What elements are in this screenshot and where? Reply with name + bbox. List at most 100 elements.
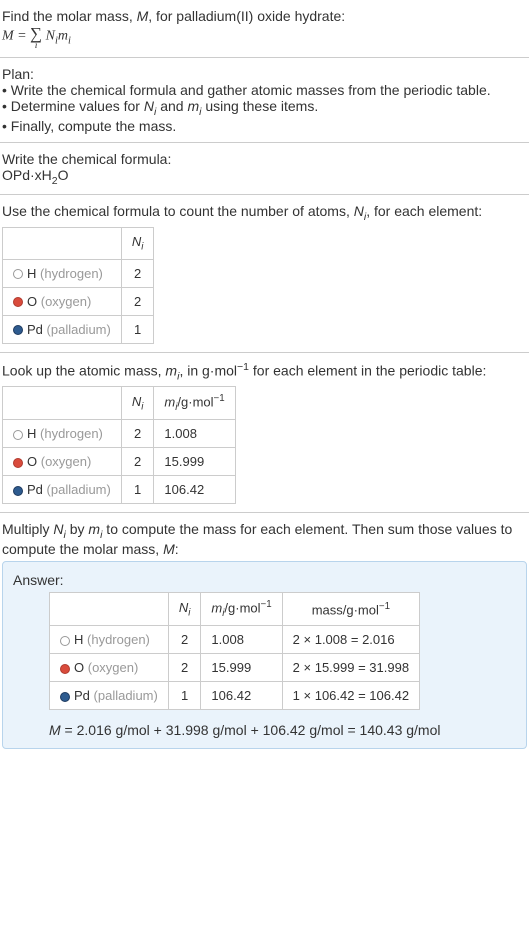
- cf-p1: OPd·xH: [2, 167, 52, 183]
- element-cell: H (hydrogen): [3, 420, 122, 448]
- element-cell: Pd (palladium): [50, 681, 169, 709]
- header-mi: mi/g·mol−1: [154, 387, 235, 420]
- element-circle-icon: [60, 664, 70, 674]
- intro-suffix: , for palladium(II) oxide hydrate:: [148, 8, 345, 24]
- element-circle-icon: [60, 692, 70, 702]
- mass-calc: 2 × 15.999 = 31.998: [282, 653, 419, 681]
- header-empty: [50, 593, 169, 626]
- mul-N: N: [53, 521, 63, 537]
- mass-value: 1.008: [154, 420, 235, 448]
- mul-m: m: [88, 521, 100, 537]
- count-value: 2: [121, 420, 154, 448]
- final-M: M: [49, 722, 61, 738]
- element-circle-icon: [60, 636, 70, 646]
- header-empty: [3, 228, 122, 260]
- eq-N: N: [46, 29, 55, 44]
- element-name: (oxygen): [41, 294, 92, 309]
- element-cell: Pd (palladium): [3, 315, 122, 343]
- element-name: (palladium): [47, 482, 111, 497]
- count-value: 2: [168, 625, 201, 653]
- multiply-section: Multiply Ni by mi to compute the mass fo…: [0, 513, 529, 757]
- element-circle-icon: [13, 269, 23, 279]
- element-name: (oxygen): [88, 660, 139, 675]
- final-eq: = 2.016 g/mol + 31.998 g/mol + 106.42 g/…: [61, 722, 441, 738]
- mass-calc: 1 × 106.42 = 106.42: [282, 681, 419, 709]
- plan-b2-m: m: [187, 98, 199, 114]
- plan-b2-and: and: [156, 98, 187, 114]
- plan-bullet1: • Write the chemical formula and gather …: [2, 82, 527, 98]
- plan-bullet2: • Determine values for Ni and mi using t…: [2, 98, 527, 118]
- chemformula-value: OPd·xH2O: [2, 167, 527, 187]
- lookup-title: Look up the atomic mass, mi, in g·mol−1 …: [2, 361, 527, 382]
- element-symbol: Pd: [27, 322, 43, 337]
- mul-by: by: [66, 521, 89, 537]
- mul-prefix: Multiply: [2, 521, 53, 537]
- plan-b2-suffix: using these items.: [201, 98, 318, 114]
- table-row: O (oxygen) 2 15.999: [3, 448, 236, 476]
- element-name: (oxygen): [41, 454, 92, 469]
- intro-var-M: M: [137, 8, 149, 24]
- element-symbol: H: [27, 426, 36, 441]
- mass-value: 1.008: [201, 625, 282, 653]
- count-value: 1: [121, 476, 154, 504]
- eq-eq: =: [14, 29, 30, 44]
- lookup-mid: , in g·mol: [179, 363, 237, 379]
- element-circle-icon: [13, 297, 23, 307]
- eq-m: m: [58, 29, 68, 44]
- count-value: 2: [168, 653, 201, 681]
- answer-table: Ni mi/g·mol−1 mass/g·mol−1 H (hydrogen) …: [49, 592, 420, 710]
- element-cell: Pd (palladium): [3, 476, 122, 504]
- intro-line1: Find the molar mass, M, for palladium(II…: [2, 8, 527, 24]
- count-value: 2: [121, 448, 154, 476]
- element-symbol: Pd: [27, 482, 43, 497]
- element-name: (palladium): [94, 688, 158, 703]
- element-name: (palladium): [47, 322, 111, 337]
- element-cell: O (oxygen): [3, 448, 122, 476]
- element-circle-icon: [13, 486, 23, 496]
- table-header-row: Ni mi/g·mol−1 mass/g·mol−1: [50, 593, 420, 626]
- lookup-section: Look up the atomic mass, mi, in g·mol−1 …: [0, 353, 529, 513]
- count-title: Use the chemical formula to count the nu…: [2, 203, 527, 223]
- table-row: H (hydrogen) 2 1.008 2 × 1.008 = 2.016: [50, 625, 420, 653]
- lookup-exp: −1: [237, 361, 249, 373]
- lookup-m: m: [165, 363, 177, 379]
- table-header-row: Ni: [3, 228, 154, 260]
- element-cell: H (hydrogen): [50, 625, 169, 653]
- eq-i2: i: [68, 35, 71, 46]
- table-row: Pd (palladium) 1 106.42 1 × 106.42 = 106…: [50, 681, 420, 709]
- header-Ni: Ni: [121, 387, 154, 420]
- count-value: 2: [121, 287, 154, 315]
- element-symbol: O: [27, 294, 37, 309]
- chemical-formula-section: Write the chemical formula: OPd·xH2O: [0, 143, 529, 196]
- table-row: O (oxygen) 2: [3, 287, 154, 315]
- count-section: Use the chemical formula to count the nu…: [0, 195, 529, 352]
- element-circle-icon: [13, 458, 23, 468]
- answer-label: Answer:: [13, 572, 516, 588]
- element-circle-icon: [13, 430, 23, 440]
- chemformula-title: Write the chemical formula:: [2, 151, 527, 167]
- eq-lhs: M: [2, 29, 14, 44]
- table-row: Pd (palladium) 1 106.42: [3, 476, 236, 504]
- plan-b2-prefix: • Determine values for: [2, 98, 144, 114]
- count-suffix: , for each element:: [366, 203, 482, 219]
- element-circle-icon: [13, 325, 23, 335]
- count-N: N: [354, 203, 364, 219]
- plan-b2-N: N: [144, 98, 154, 114]
- table-row: O (oxygen) 2 15.999 2 × 15.999 = 31.998: [50, 653, 420, 681]
- count-value: 2: [121, 259, 154, 287]
- element-symbol: O: [27, 454, 37, 469]
- plan-bullet3: • Finally, compute the mass.: [2, 118, 527, 134]
- mass-value: 106.42: [154, 476, 235, 504]
- table-row: Pd (palladium) 1: [3, 315, 154, 343]
- final-formula: M = 2.016 g/mol + 31.998 g/mol + 106.42 …: [49, 722, 516, 738]
- element-cell: O (oxygen): [3, 287, 122, 315]
- header-mi: mi/g·mol−1: [201, 593, 282, 626]
- sigma-icon: ∑i: [30, 24, 42, 49]
- element-cell: O (oxygen): [50, 653, 169, 681]
- intro-section: Find the molar mass, M, for palladium(II…: [0, 0, 529, 58]
- mass-calc: 2 × 1.008 = 2.016: [282, 625, 419, 653]
- multiply-text: Multiply Ni by mi to compute the mass fo…: [2, 521, 527, 557]
- element-name: (hydrogen): [87, 632, 150, 647]
- table-row: H (hydrogen) 2: [3, 259, 154, 287]
- count-prefix: Use the chemical formula to count the nu…: [2, 203, 354, 219]
